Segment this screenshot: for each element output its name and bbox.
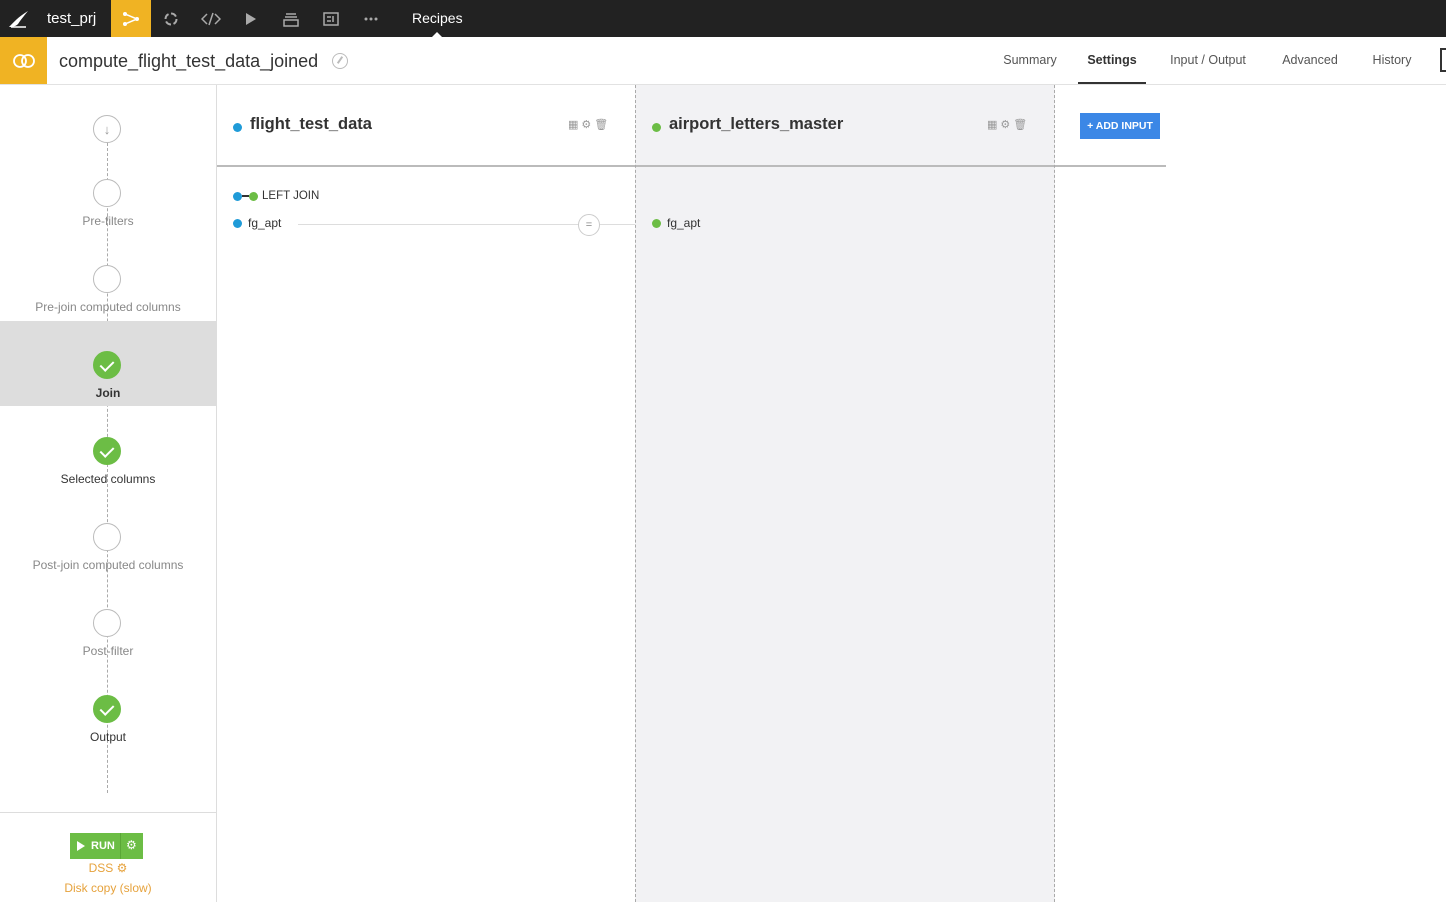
input-column-right: airport_letters_master ▦⚙🗑 fg_apt (635, 85, 1055, 902)
step-label: Output (89, 730, 127, 744)
step-label: Post-filter (82, 644, 134, 658)
recipe-steps-sidebar: ↓ Pre-filters Pre-join computed columns … (0, 85, 217, 902)
panel-toggle-button[interactable] (1440, 48, 1446, 72)
dataset-name[interactable]: airport_letters_master (669, 115, 843, 134)
tab-advanced[interactable]: Advanced (1272, 37, 1348, 84)
dataset-color-dot (652, 123, 661, 132)
play-icon (77, 841, 85, 851)
right-key-label: fg_apt (667, 216, 701, 230)
tab-input-output[interactable]: Input / Output (1160, 37, 1256, 84)
recipe-header: compute_flight_test_data_joined Summary … (0, 37, 1446, 85)
join-key-left[interactable]: fg_apt (233, 216, 281, 230)
table-icon[interactable]: ▦ (568, 119, 581, 131)
check-icon (93, 351, 121, 379)
step-selected-columns[interactable]: Selected columns (0, 421, 216, 491)
engine-mode[interactable]: Disk copy (slow) (0, 881, 216, 895)
step-label: Selected columns (60, 472, 156, 486)
step-label: Pre-filters (82, 214, 134, 228)
cycle-icon[interactable] (151, 0, 191, 37)
project-name[interactable]: test_prj (47, 0, 96, 37)
join-operator[interactable]: = (578, 214, 600, 236)
tab-history[interactable]: History (1360, 37, 1424, 84)
check-icon (93, 437, 121, 465)
input-column-left: flight_test_data ▦⚙🗑 LEFT JOIN fg_apt (217, 85, 635, 902)
bird-logo-icon[interactable] (0, 0, 37, 37)
run-button[interactable]: RUN ⚙ (70, 833, 143, 859)
run-label: RUN (91, 840, 115, 852)
dataset-color-dot (233, 123, 242, 132)
engine-label: DSS (88, 861, 114, 875)
step-join[interactable]: Join (0, 321, 216, 406)
check-icon (93, 695, 121, 723)
flow-icon[interactable] (111, 0, 151, 37)
gear-icon[interactable]: ⚙ (126, 838, 137, 852)
join-recipe-icon (0, 37, 47, 84)
tab-summary[interactable]: Summary (990, 37, 1070, 84)
run-footer: RUN ⚙ DSS ⚙ Disk copy (slow) (0, 812, 216, 902)
dataset-name[interactable]: flight_test_data (250, 115, 372, 134)
tab-settings[interactable]: Settings (1078, 37, 1146, 84)
gear-icon[interactable]: ⚙ (1000, 119, 1013, 131)
run-icon[interactable] (231, 0, 271, 37)
step-label: Post-join computed columns (32, 558, 184, 572)
gears-icon: ⚙ (116, 861, 128, 875)
header-divider (1055, 165, 1166, 167)
step-status-icon (93, 179, 121, 207)
join-editor: flight_test_data ▦⚙🗑 LEFT JOIN fg_apt = … (217, 85, 1446, 902)
step-label: Join (95, 386, 121, 400)
step-label: Pre-join computed columns (35, 300, 181, 314)
join-type-selector[interactable]: LEFT JOIN (233, 190, 319, 202)
dashboard-icon[interactable] (311, 0, 351, 37)
edit-icon[interactable] (332, 53, 348, 69)
step-status-icon (93, 265, 121, 293)
dataset-header: airport_letters_master ▦⚙🗑 (636, 85, 1054, 167)
step-pre-filters[interactable]: Pre-filters (0, 165, 216, 235)
dataset-header: flight_test_data ▦⚙🗑 (217, 85, 635, 167)
stack-icon[interactable] (271, 0, 311, 37)
step-post-join-computed-columns[interactable]: Post-join computed columns (0, 507, 216, 577)
join-key-right[interactable]: fg_apt (652, 216, 700, 230)
recipe-title[interactable]: compute_flight_test_data_joined (59, 37, 318, 84)
arrow-down-icon: ↓ (93, 115, 121, 143)
step-status-icon (93, 609, 121, 637)
top-navigation-bar: test_prj Recipes (0, 0, 1446, 37)
add-input-button[interactable]: + ADD INPUT (1080, 113, 1160, 139)
left-key-label: fg_apt (248, 216, 282, 230)
join-type-label: LEFT JOIN (262, 190, 320, 202)
step-pre-join-computed-columns[interactable]: Pre-join computed columns (0, 251, 216, 321)
code-icon[interactable] (191, 0, 231, 37)
trash-icon[interactable]: 🗑 (594, 119, 611, 131)
step-post-filter[interactable]: Post-filter (0, 593, 216, 663)
more-icon[interactable] (351, 0, 391, 37)
engine-selector[interactable]: DSS ⚙ (0, 861, 216, 875)
step-output[interactable]: Output (0, 679, 216, 749)
step-status-icon (93, 523, 121, 551)
trash-icon[interactable]: 🗑 (1013, 119, 1030, 131)
table-icon[interactable]: ▦ (987, 119, 1000, 131)
gear-icon[interactable]: ⚙ (581, 119, 594, 131)
